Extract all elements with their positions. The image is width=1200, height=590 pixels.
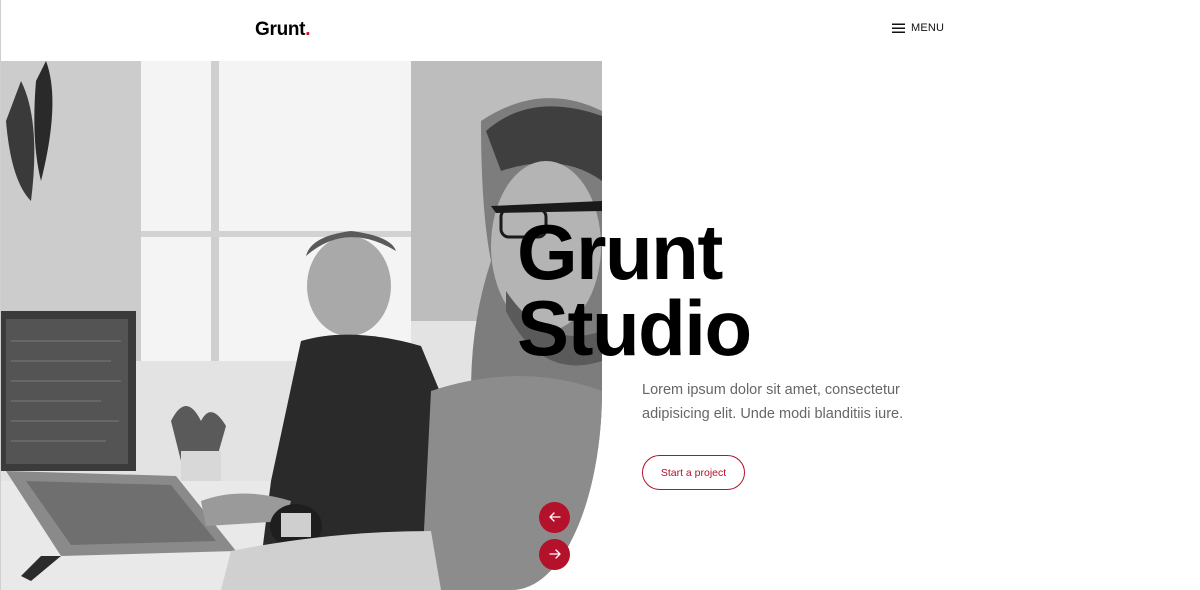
menu-label: MENU bbox=[911, 22, 945, 34]
page: Grunt. MENU Grunt Studio Lorem ipsum dol… bbox=[0, 0, 1200, 590]
logo[interactable]: Grunt. bbox=[255, 19, 311, 41]
logo-text: Grunt bbox=[255, 19, 306, 40]
hero-title-line-2: Studio bbox=[517, 284, 752, 372]
slider-prev-button[interactable] bbox=[539, 502, 570, 533]
hamburger-icon bbox=[892, 23, 906, 34]
arrow-right-icon bbox=[548, 546, 561, 564]
logo-dot: . bbox=[305, 19, 311, 40]
hero-title: Grunt Studio bbox=[517, 208, 752, 372]
slider-next-button[interactable] bbox=[539, 539, 570, 570]
site-header: Grunt. MENU bbox=[1, 0, 1200, 61]
arrow-left-icon bbox=[548, 509, 561, 527]
menu-button[interactable]: MENU bbox=[892, 22, 944, 34]
hero-image bbox=[1, 61, 602, 590]
hero-title-line-1: Grunt bbox=[517, 208, 723, 296]
start-project-button[interactable]: Start a project bbox=[642, 455, 745, 490]
hero-description: Lorem ipsum dolor sit amet, consectetur … bbox=[642, 382, 904, 422]
